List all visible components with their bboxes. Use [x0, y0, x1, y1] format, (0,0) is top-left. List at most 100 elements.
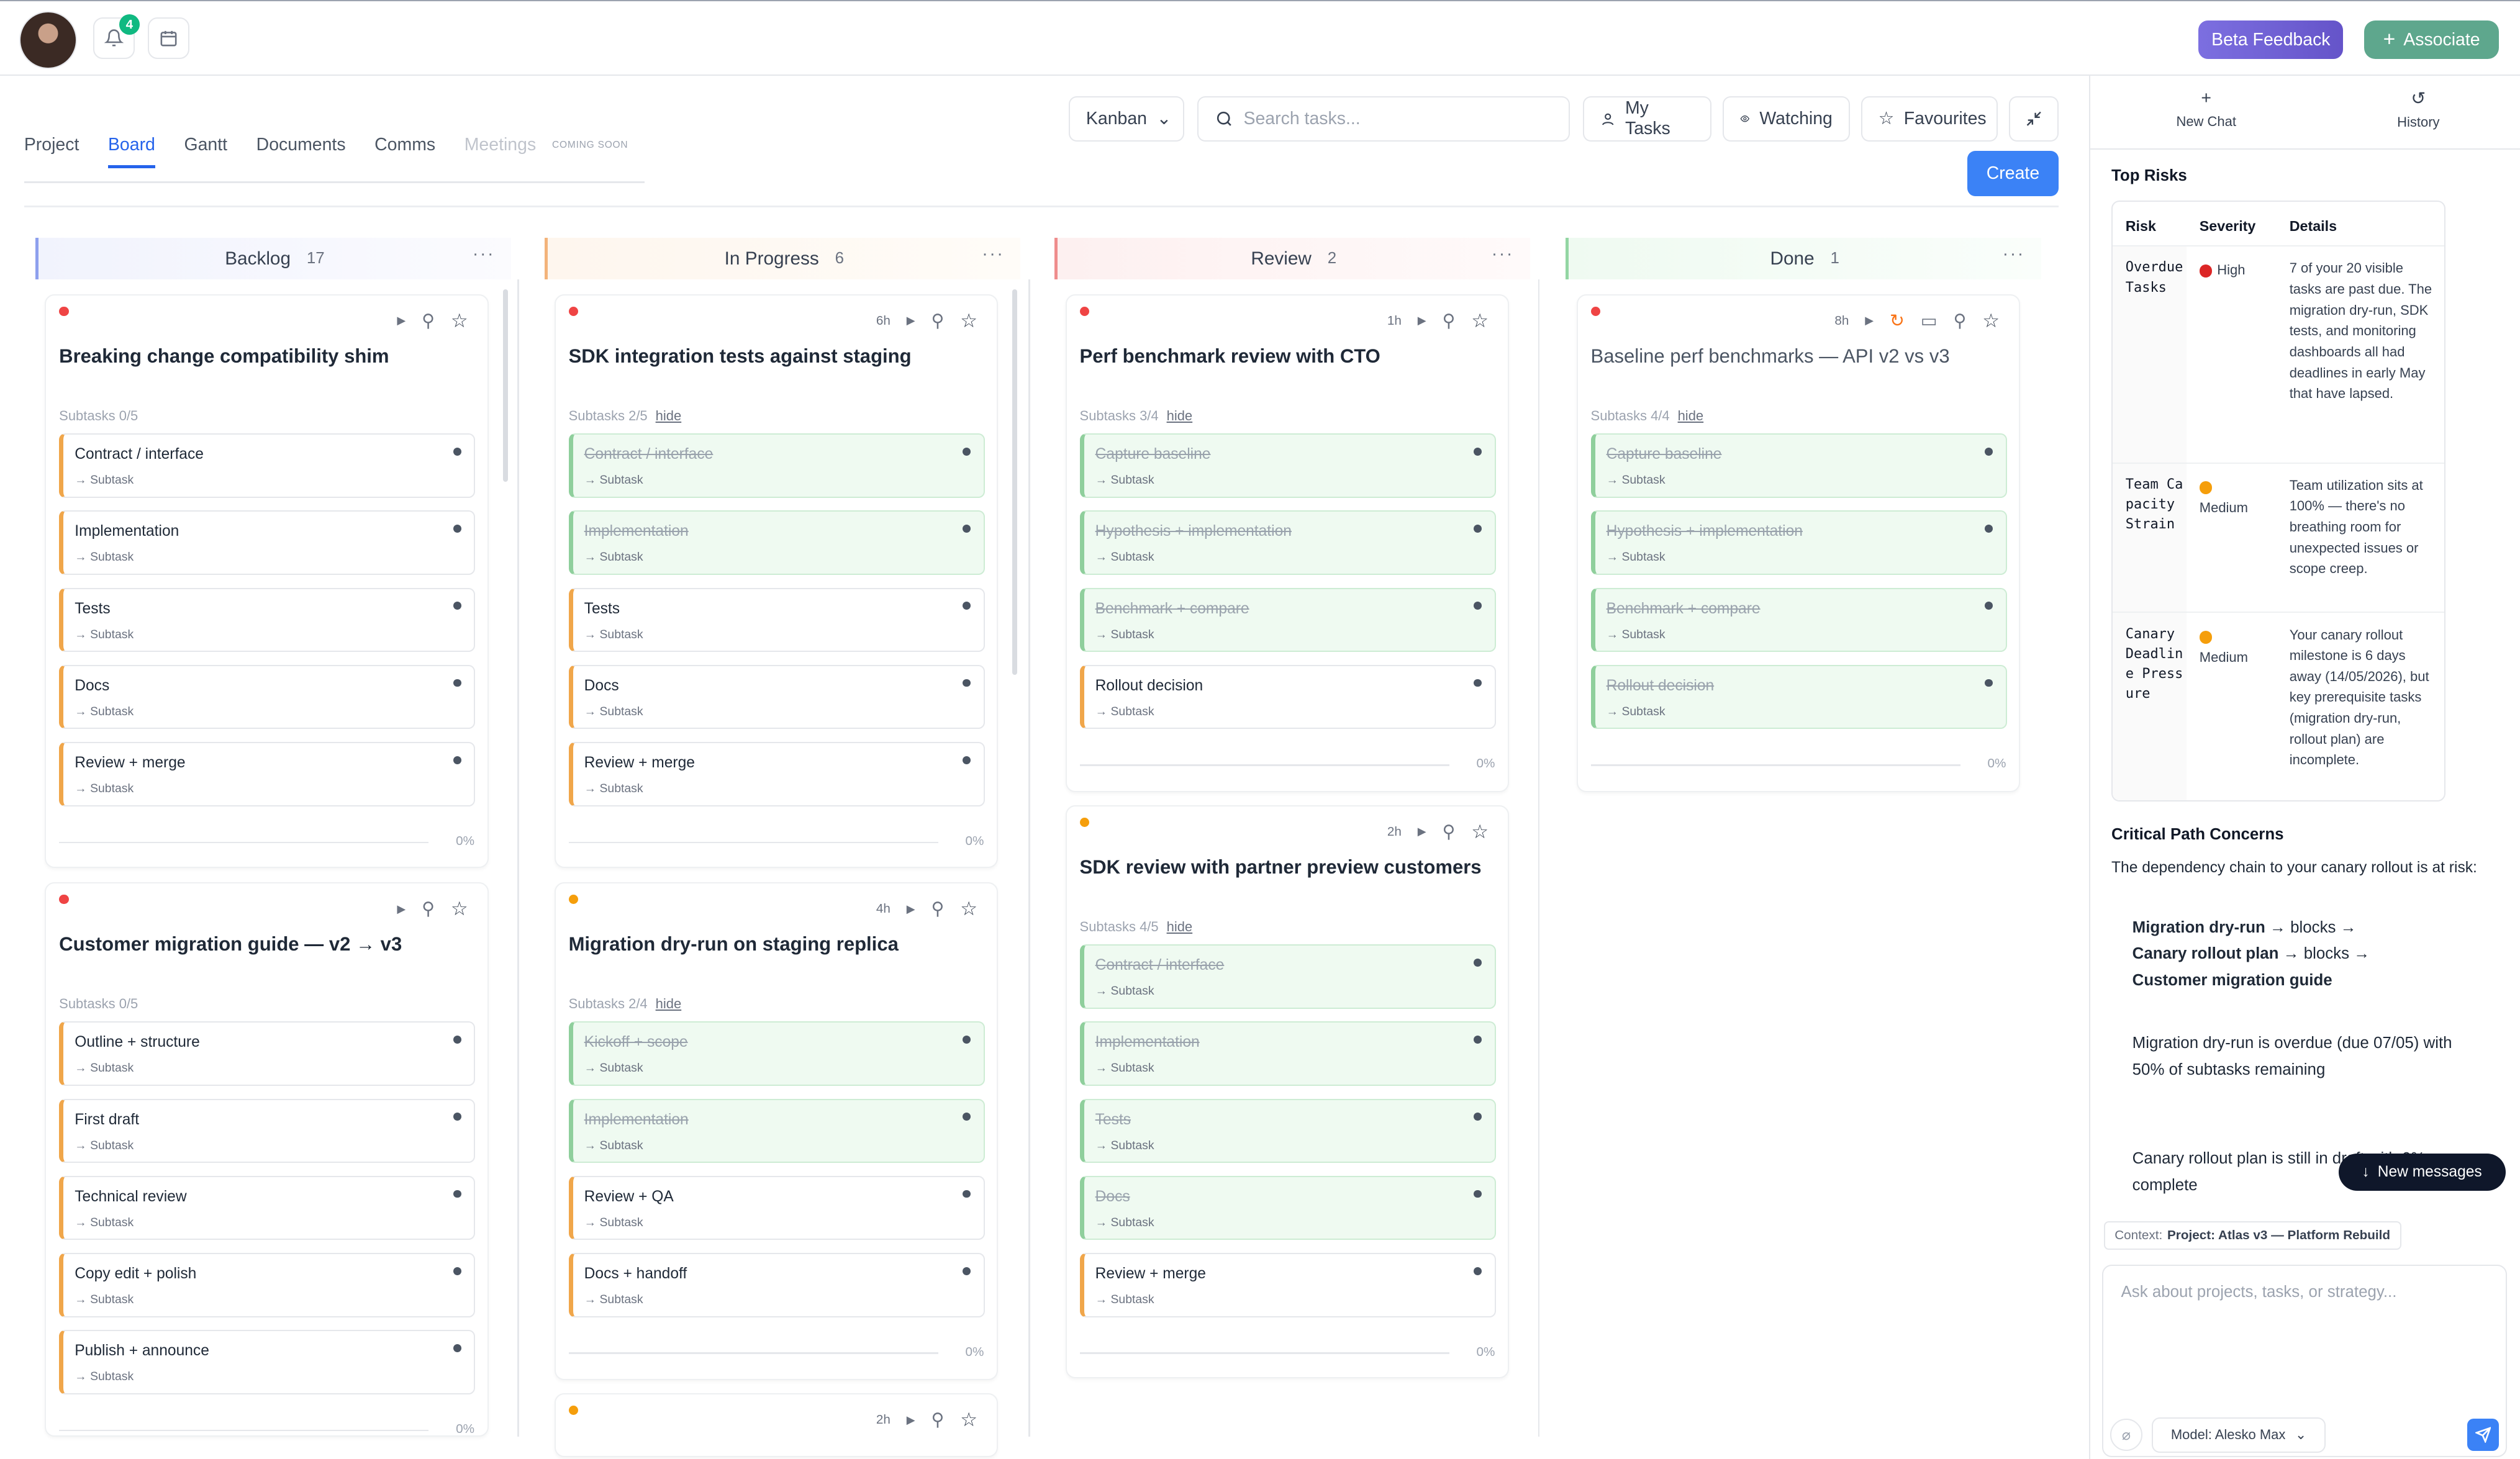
status-dot[interactable]	[453, 525, 461, 533]
pin-icon[interactable]: ⚲	[931, 898, 945, 919]
status-dot[interactable]	[963, 1113, 971, 1121]
status-dot[interactable]	[453, 1344, 461, 1352]
status-dot[interactable]	[963, 602, 971, 610]
pin-icon[interactable]: ⚲	[1443, 310, 1456, 332]
task-card[interactable]: 2h ▶ ⚲ ☆	[554, 1393, 999, 1458]
subtask-item[interactable]: Contract / interface → Subtask	[59, 433, 476, 498]
attach-button[interactable]: ⌀	[2110, 1419, 2142, 1451]
tab-documents[interactable]: Documents	[256, 135, 346, 155]
task-card[interactable]: 6h ▶ ⚲ ☆ SDK integration tests against stagi…	[554, 294, 999, 868]
subtask-item[interactable]: Review + QA → Subtask	[568, 1175, 985, 1240]
star-icon[interactable]: ☆	[1471, 821, 1489, 843]
pin-icon[interactable]: ⚲	[1443, 821, 1456, 842]
status-dot[interactable]	[453, 1267, 461, 1275]
status-dot[interactable]	[963, 1036, 971, 1044]
status-dot[interactable]	[963, 525, 971, 533]
subtask-item[interactable]: Implementation → Subtask	[568, 1098, 985, 1163]
subtask-item[interactable]: Docs → Subtask	[568, 664, 985, 730]
subtask-item[interactable]: Docs + handoff → Subtask	[568, 1253, 985, 1317]
subtask-item[interactable]: Capture baseline → Subtask	[1079, 433, 1496, 498]
subtask-item[interactable]: Docs → Subtask	[1079, 1175, 1496, 1240]
star-icon[interactable]: ☆	[960, 1409, 977, 1431]
star-icon[interactable]: ☆	[451, 310, 468, 332]
status-dot[interactable]	[453, 679, 461, 687]
more-icon[interactable]: ···	[982, 244, 1004, 264]
status-dot[interactable]	[963, 679, 971, 687]
status-dot[interactable]	[453, 1190, 461, 1198]
beta-feedback-button[interactable]: Beta Feedback	[2198, 20, 2344, 60]
subtask-item[interactable]: Hypothesis + implementation → Subtask	[1590, 510, 2007, 575]
play-icon[interactable]: ▶	[1418, 825, 1426, 838]
task-card[interactable]: 8h ▶ ↻ ▭ ⚲ ☆ Baseline perf benchmarks — API v2…	[1576, 294, 2021, 792]
subtask-item[interactable]: Benchmark + compare → Subtask	[1079, 587, 1496, 653]
subtask-item[interactable]: Docs → Subtask	[59, 664, 476, 730]
subtask-item[interactable]: First draft → Subtask	[59, 1098, 476, 1163]
star-icon[interactable]: ☆	[960, 898, 977, 920]
subtask-item[interactable]: Review + merge → Subtask	[59, 742, 476, 806]
subtask-item[interactable]: Outline + structure → Subtask	[59, 1021, 476, 1086]
play-icon[interactable]: ▶	[907, 1414, 915, 1427]
subtask-item[interactable]: Contract / interface → Subtask	[568, 433, 985, 498]
play-icon[interactable]: ▶	[1418, 314, 1426, 327]
column-scrollbar[interactable]	[503, 289, 508, 482]
subtask-item[interactable]: Tests → Subtask	[568, 587, 985, 653]
subtask-item[interactable]: Publish + announce → Subtask	[59, 1330, 476, 1394]
search-input[interactable]: Search tasks...	[1197, 96, 1570, 142]
history-button[interactable]: ↺ History	[2354, 88, 2483, 130]
status-dot[interactable]	[1985, 447, 1993, 456]
task-card[interactable]: 4h ▶ ⚲ ☆ Migration dry-run on staging replic…	[554, 882, 999, 1381]
status-dot[interactable]	[1474, 447, 1482, 456]
collapse-button[interactable]	[2009, 96, 2059, 142]
task-card[interactable]: 1h ▶ ⚲ ☆ Perf benchmark review with CTO Subta…	[1065, 294, 1510, 792]
star-icon[interactable]: ☆	[451, 898, 468, 920]
favourites-button[interactable]: ☆ Favourites	[1861, 96, 1998, 142]
subtask-item[interactable]: Copy edit + polish → Subtask	[59, 1253, 476, 1317]
associate-button[interactable]: + Associate	[2364, 20, 2500, 60]
send-button[interactable]	[2467, 1419, 2500, 1451]
pin-icon[interactable]: ⚲	[422, 898, 435, 919]
refresh-icon[interactable]: ↻	[1890, 310, 1905, 332]
tab-comms[interactable]: Comms	[374, 135, 435, 155]
hide-subtasks-link[interactable]: hide	[1167, 919, 1193, 934]
task-card[interactable]: ▶ ⚲ ☆ Customer migration guide — v2 → v3 Sub…	[45, 882, 489, 1437]
column-scrollbar[interactable]	[1012, 289, 1018, 675]
status-dot[interactable]	[1985, 602, 1993, 610]
status-dot[interactable]	[1474, 1190, 1482, 1198]
tab-gantt[interactable]: Gantt	[184, 135, 227, 155]
subtask-item[interactable]: Implementation → Subtask	[59, 510, 476, 575]
status-dot[interactable]	[453, 1113, 461, 1121]
pin-icon[interactable]: ⚲	[931, 1409, 945, 1430]
play-icon[interactable]: ▶	[397, 903, 406, 916]
hide-subtasks-link[interactable]: hide	[656, 408, 682, 423]
star-icon[interactable]: ☆	[960, 310, 977, 332]
subtask-item[interactable]: Rollout decision → Subtask	[1079, 664, 1496, 730]
status-dot[interactable]	[453, 447, 461, 456]
status-dot[interactable]	[963, 1267, 971, 1275]
more-icon[interactable]: ···	[2003, 244, 2025, 264]
my-tasks-button[interactable]: My Tasks	[1583, 96, 1712, 142]
subtask-item[interactable]: Tests → Subtask	[1079, 1098, 1496, 1163]
status-dot[interactable]	[453, 756, 461, 764]
status-dot[interactable]	[1474, 958, 1482, 967]
status-dot[interactable]	[1474, 602, 1482, 610]
model-select[interactable]: Model: Alesko Max ⌄	[2152, 1417, 2326, 1453]
subtask-item[interactable]: Implementation → Subtask	[1079, 1021, 1496, 1086]
new-chat-button[interactable]: + New Chat	[2142, 88, 2270, 130]
hide-subtasks-link[interactable]: hide	[1678, 408, 1704, 423]
hide-subtasks-link[interactable]: hide	[1167, 408, 1193, 423]
status-dot[interactable]	[963, 1190, 971, 1198]
star-icon[interactable]: ☆	[1471, 310, 1489, 332]
status-dot[interactable]	[963, 447, 971, 456]
pin-icon[interactable]: ⚲	[1954, 310, 1967, 332]
subtask-item[interactable]: Review + merge → Subtask	[1079, 1253, 1496, 1317]
status-dot[interactable]	[1474, 1036, 1482, 1044]
status-dot[interactable]	[453, 602, 461, 610]
subtask-item[interactable]: Review + merge → Subtask	[568, 742, 985, 806]
subtask-item[interactable]: Benchmark + compare → Subtask	[1590, 587, 2007, 653]
play-icon[interactable]: ▶	[907, 314, 915, 327]
subtask-item[interactable]: Rollout decision → Subtask	[1590, 664, 2007, 730]
status-dot[interactable]	[1474, 525, 1482, 533]
subtask-item[interactable]: Tests → Subtask	[59, 587, 476, 653]
subtask-item[interactable]: Kickoff + scope → Subtask	[568, 1021, 985, 1086]
pin-icon[interactable]: ⚲	[931, 310, 945, 332]
